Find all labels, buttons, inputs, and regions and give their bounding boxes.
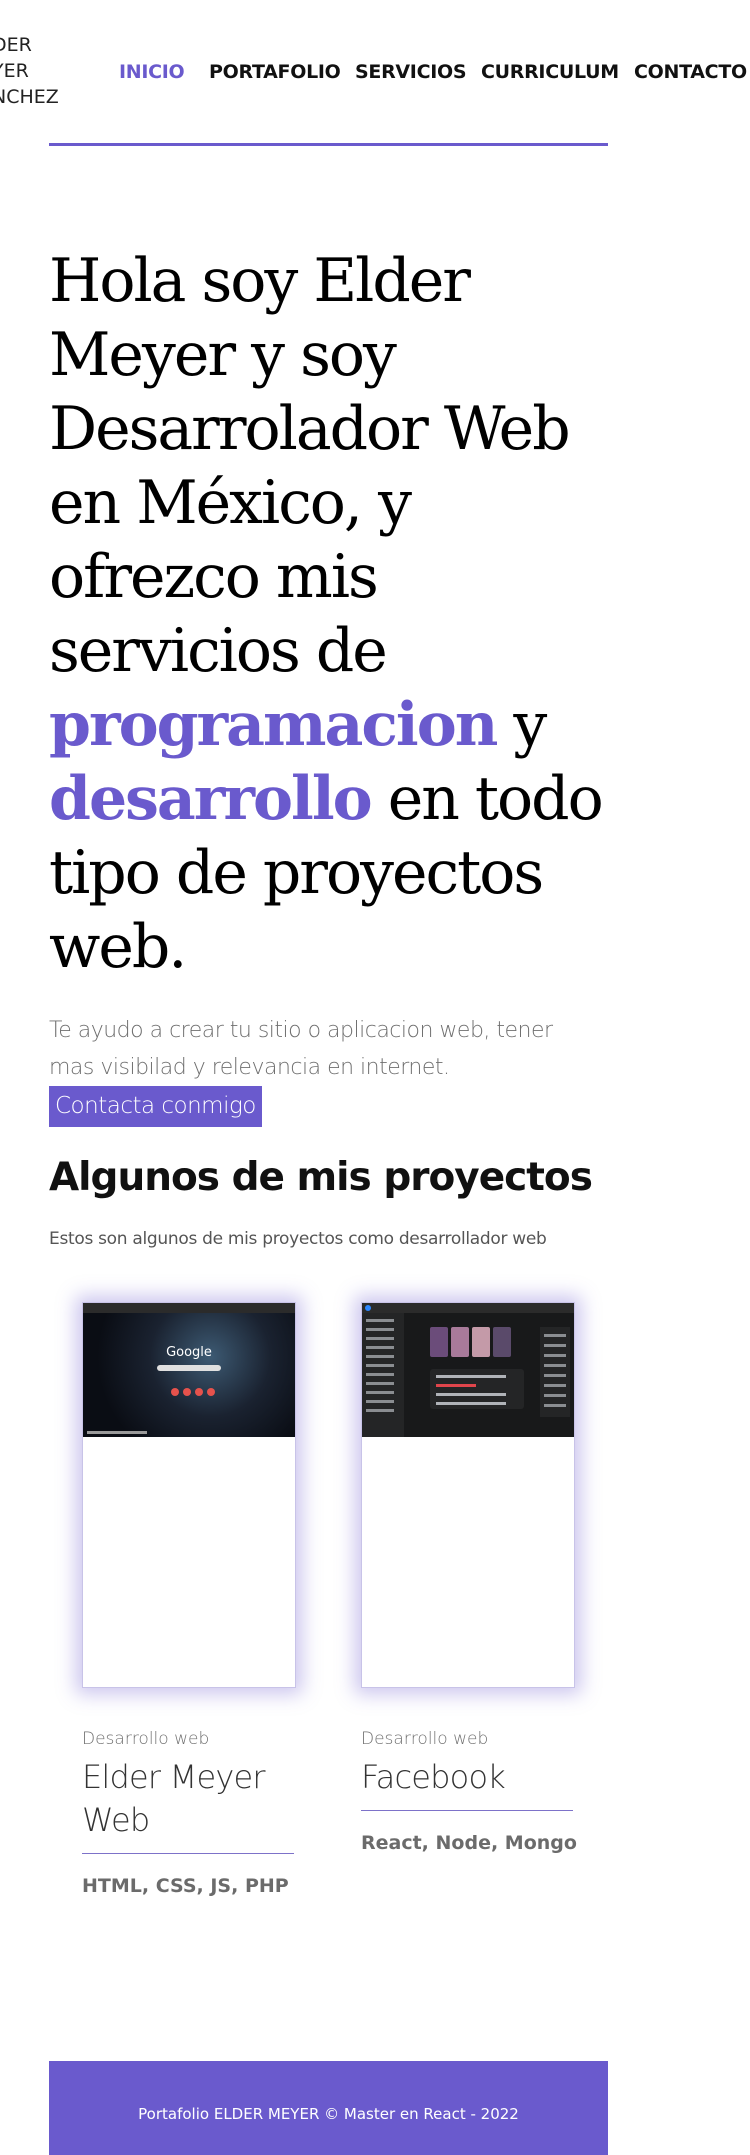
projects-title: Algunos de mis proyectos [49, 1155, 593, 1200]
project-tech: HTML, CSS, JS, PHP [82, 1875, 289, 1897]
browser-bar [83, 1303, 295, 1313]
project-card-facebook[interactable]: Desarrollo web Facebook React, Node, Mon… [361, 1302, 577, 1854]
project-screenshot-facebook [362, 1303, 574, 1437]
google-search-bar [157, 1365, 221, 1371]
nav-curriculum[interactable]: CURRICULUM [481, 61, 619, 83]
fb-contacts [540, 1327, 570, 1417]
footer-text: Portafolio ELDER MEYER © Master en React… [138, 2105, 519, 2123]
shortcut-icon [195, 1388, 203, 1396]
hero-accent-desarrollo: desarrollo [49, 764, 373, 834]
header-divider [49, 143, 608, 146]
project-category: Desarrollo web [82, 1729, 210, 1749]
project-category: Desarrollo web [361, 1729, 489, 1749]
hero-accent-programacion: programacion [49, 690, 498, 760]
footer: Portafolio ELDER MEYER © Master en React… [49, 2061, 608, 2155]
fb-post [430, 1369, 524, 1409]
shortcut-icon [171, 1388, 179, 1396]
hero-subtitle: Te ayudo a crear tu sitio o aplicacion w… [49, 1012, 589, 1127]
browser-bar [362, 1303, 574, 1313]
facebook-logo-icon [365, 1305, 371, 1311]
nav-contacto[interactable]: CONTACTO [634, 61, 747, 83]
main-nav: INICIO PORTAFOLIO SERVICIOS CURRICULUM C… [0, 61, 750, 87]
project-image-frame[interactable]: Google [82, 1302, 296, 1688]
nav-portafolio[interactable]: PORTAFOLIO [209, 61, 341, 83]
shortcut-icons [169, 1383, 219, 1402]
hero-subtitle-text: Te ayudo a crear tu sitio o aplicacion w… [49, 1018, 553, 1080]
fb-stories [430, 1327, 514, 1361]
google-logo-text: Google [166, 1345, 212, 1360]
projects-description: Estos son algunos de mis proyectos como … [49, 1229, 547, 1249]
hero-text-before: Hola soy Elder Meyer y soy Desarrolador … [49, 246, 571, 686]
project-tech: React, Node, Mongo [361, 1832, 577, 1854]
hero-heading: Hola soy Elder Meyer y soy Desarrolador … [49, 244, 609, 984]
fb-sidebar [362, 1313, 404, 1437]
project-divider [82, 1853, 294, 1854]
hero-text-mid: y [496, 690, 547, 760]
shortcut-icon [207, 1388, 215, 1396]
nav-inicio[interactable]: INICIO [119, 61, 185, 83]
project-title[interactable]: Facebook [361, 1756, 575, 1799]
contact-button[interactable]: Contacta conmigo [49, 1086, 262, 1127]
project-title[interactable]: Elder Meyer Web [82, 1756, 296, 1842]
project-card-elder-meyer-web[interactable]: Google Desarrollo web Elder Meyer Web HT… [82, 1302, 296, 1897]
nav-servicios[interactable]: SERVICIOS [355, 61, 467, 83]
shortcut-icon [183, 1388, 191, 1396]
project-screenshot-google: Google [83, 1303, 295, 1437]
project-image-frame[interactable] [361, 1302, 575, 1688]
project-divider [361, 1810, 573, 1811]
screenshot-footer [87, 1431, 147, 1434]
